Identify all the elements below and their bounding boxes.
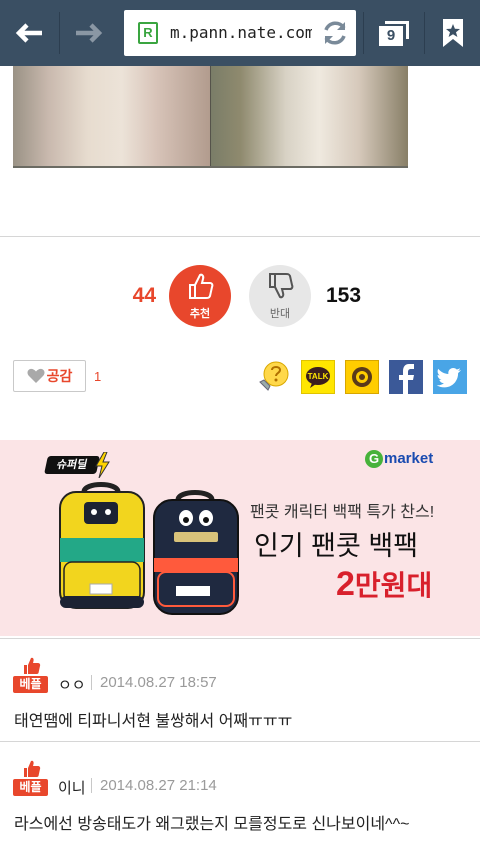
comment-author[interactable]: 이니 — [58, 777, 86, 798]
yellow-backpack-image — [59, 482, 145, 609]
best-label: 베플 — [13, 676, 48, 693]
facebook-icon — [399, 364, 414, 394]
comment-item: 베플 ㅇㅇ 2014.08.27 18:57 태연땜에 티파니서현 불쌍해서 어… — [0, 638, 480, 741]
oppose-button[interactable]: 반대 — [249, 265, 311, 327]
comment-date: 2014.08.27 21:14 — [100, 777, 217, 794]
refresh-icon[interactable] — [320, 18, 350, 48]
comment-author[interactable]: ㅇㅇ — [58, 674, 86, 695]
forward-arrow-icon — [76, 23, 103, 43]
thumbs-up-icon — [24, 760, 41, 777]
separator — [91, 675, 92, 690]
kakaotalk-share-button[interactable]: TALK — [301, 360, 335, 394]
thumbs-up-icon — [189, 273, 214, 299]
photo-right-half — [211, 66, 408, 166]
url-bar[interactable]: R m.pann.nate.com — [124, 10, 356, 56]
toolbar-divider — [424, 12, 425, 54]
browser-toolbar: R m.pann.nate.com 9 — [0, 0, 480, 66]
oppose-count: 153 — [326, 284, 362, 307]
kakaostory-share-button[interactable] — [345, 360, 379, 394]
gmarket-logo-g: G — [365, 450, 383, 468]
ad-title: 인기 팬콧 백팩 — [254, 531, 419, 561]
separator — [91, 778, 92, 793]
best-label: 베플 — [13, 779, 48, 796]
ad-price-number: 2 — [336, 565, 355, 603]
comment-text: 라스에선 방송태도가 왜그랬는지 모를정도로 신나보이네^^~ — [14, 816, 410, 833]
thumbs-down-icon — [269, 273, 294, 299]
comment-date: 2014.08.27 18:57 — [100, 674, 217, 691]
recommend-button[interactable]: 추천 — [169, 265, 231, 327]
back-button[interactable] — [0, 0, 58, 66]
empathy-button[interactable]: 공감 — [13, 360, 86, 392]
ad-price-text: 만원대 — [354, 570, 433, 601]
ad-headline: 팬콧 캐릭터 백팩 특가 찬스! — [250, 504, 435, 521]
bookmark-star-icon — [443, 19, 463, 47]
empathy-label: 공감 — [46, 368, 73, 384]
site-favicon: R — [138, 22, 158, 44]
emoticon-share-button[interactable] — [256, 360, 290, 394]
tab-count: 9 — [379, 26, 403, 46]
back-arrow-icon — [15, 23, 42, 43]
ad-price: 2만원대 — [336, 564, 432, 604]
navy-backpack-image — [153, 490, 239, 615]
recommend-label: 추천 — [189, 308, 211, 320]
question-emoticon-icon — [259, 361, 289, 391]
twitter-icon — [436, 368, 461, 388]
oppose-label: 반대 — [269, 308, 291, 320]
lightning-icon — [95, 452, 110, 478]
divider — [0, 236, 480, 237]
twitter-share-button[interactable] — [433, 360, 467, 394]
tabs-icon: 9 — [379, 21, 409, 46]
kakaotalk-icon: TALK — [306, 367, 330, 388]
ad-banner[interactable]: 슈퍼딜 Gmarket 팬콧 캐릭터 백팩 특가 찬스! 인기 팬콧 백팩 2만… — [0, 440, 480, 636]
bookmark-button[interactable] — [426, 0, 480, 66]
tabs-button[interactable]: 9 — [368, 0, 420, 66]
gmarket-logo-text: market — [384, 450, 434, 467]
forward-button[interactable] — [60, 0, 118, 66]
facebook-share-button[interactable] — [389, 360, 423, 394]
article-photo — [13, 66, 408, 168]
best-comment-badge: 베플 — [13, 657, 48, 693]
gmarket-logo: Gmarket — [365, 450, 433, 468]
ad-super-deal-badge: 슈퍼딜 — [44, 456, 100, 474]
empathy-count: 1 — [94, 369, 102, 384]
best-comment-badge: 베플 — [13, 760, 48, 796]
thumbs-up-icon — [24, 657, 41, 674]
heart-icon — [27, 368, 45, 383]
url-text[interactable]: m.pann.nate.com — [170, 23, 312, 42]
comment-text: 태연땜에 티파니서현 불쌍해서 어째ㅠㅠㅠ — [14, 713, 293, 730]
photo-left-half — [13, 66, 211, 166]
toolbar-divider — [363, 12, 364, 54]
kakaotalk-label: TALK — [308, 372, 329, 381]
kakaostory-icon — [352, 367, 372, 387]
comment-item: 베플 이니 2014.08.27 21:14 라스에선 방송태도가 왜그랬는지 … — [0, 741, 480, 844]
recommend-count: 44 — [132, 284, 156, 307]
